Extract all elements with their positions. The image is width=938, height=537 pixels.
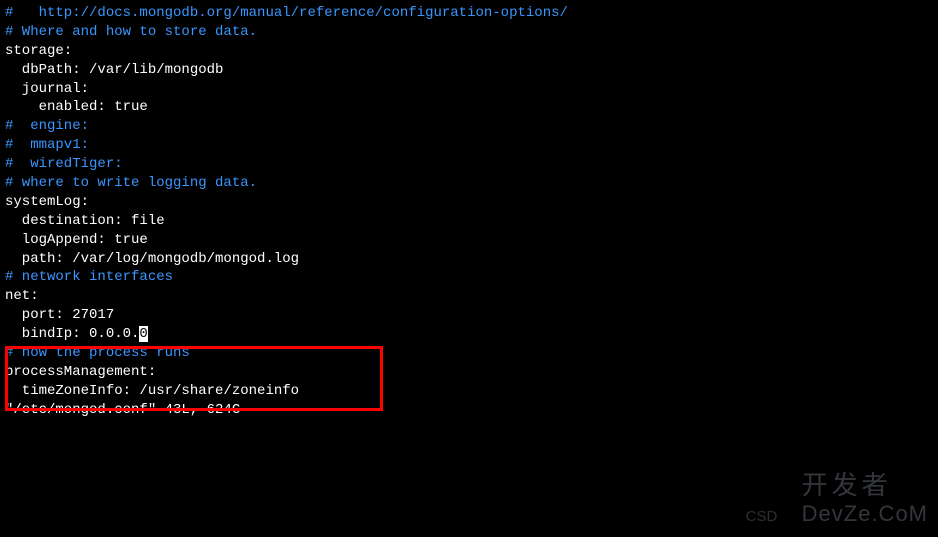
watermark-zh: 开发者 bbox=[802, 470, 892, 500]
cursor-position: 0 bbox=[139, 326, 147, 342]
vim-status-line: "/etc/mongod.conf" 43L, 624C bbox=[5, 401, 938, 420]
config-key-logpath: path: /var/log/mongodb/mongod.log bbox=[5, 250, 938, 269]
config-comment-wiredtiger: # wiredTiger: bbox=[5, 155, 938, 174]
config-key-bindip: bindIp: 0.0.0.0 bbox=[5, 325, 938, 344]
config-key-journal: journal: bbox=[5, 80, 938, 99]
editor-content[interactable]: # http://docs.mongodb.org/manual/referen… bbox=[5, 4, 938, 420]
config-comment-docs-url: # http://docs.mongodb.org/manual/referen… bbox=[5, 4, 938, 23]
config-key-storage: storage: bbox=[5, 42, 938, 61]
config-key-processmanagement: processManagement: bbox=[5, 363, 938, 382]
config-key-timezoneinfo: timeZoneInfo: /usr/share/zoneinfo bbox=[5, 382, 938, 401]
config-key-logappend: logAppend: true bbox=[5, 231, 938, 250]
config-key-destination: destination: file bbox=[5, 212, 938, 231]
watermark: CSD 开发者 DevZe.CoM bbox=[802, 468, 928, 529]
config-key-net: net: bbox=[5, 287, 938, 306]
watermark-en: DevZe.CoM bbox=[802, 499, 928, 529]
config-comment-logging: # where to write logging data. bbox=[5, 174, 938, 193]
config-key-port: port: 27017 bbox=[5, 306, 938, 325]
config-comment-engine: # engine: bbox=[5, 117, 938, 136]
config-comment-network: # network interfaces bbox=[5, 268, 938, 287]
config-comment-process: # how the process runs bbox=[5, 344, 938, 363]
config-key-journal-enabled: enabled: true bbox=[5, 98, 938, 117]
config-key-dbpath: dbPath: /var/lib/mongodb bbox=[5, 61, 938, 80]
config-key-systemlog: systemLog: bbox=[5, 193, 938, 212]
config-comment-storage: # Where and how to store data. bbox=[5, 23, 938, 42]
config-comment-mmapv1: # mmapv1: bbox=[5, 136, 938, 155]
watermark-csdn: CSD bbox=[746, 507, 778, 527]
